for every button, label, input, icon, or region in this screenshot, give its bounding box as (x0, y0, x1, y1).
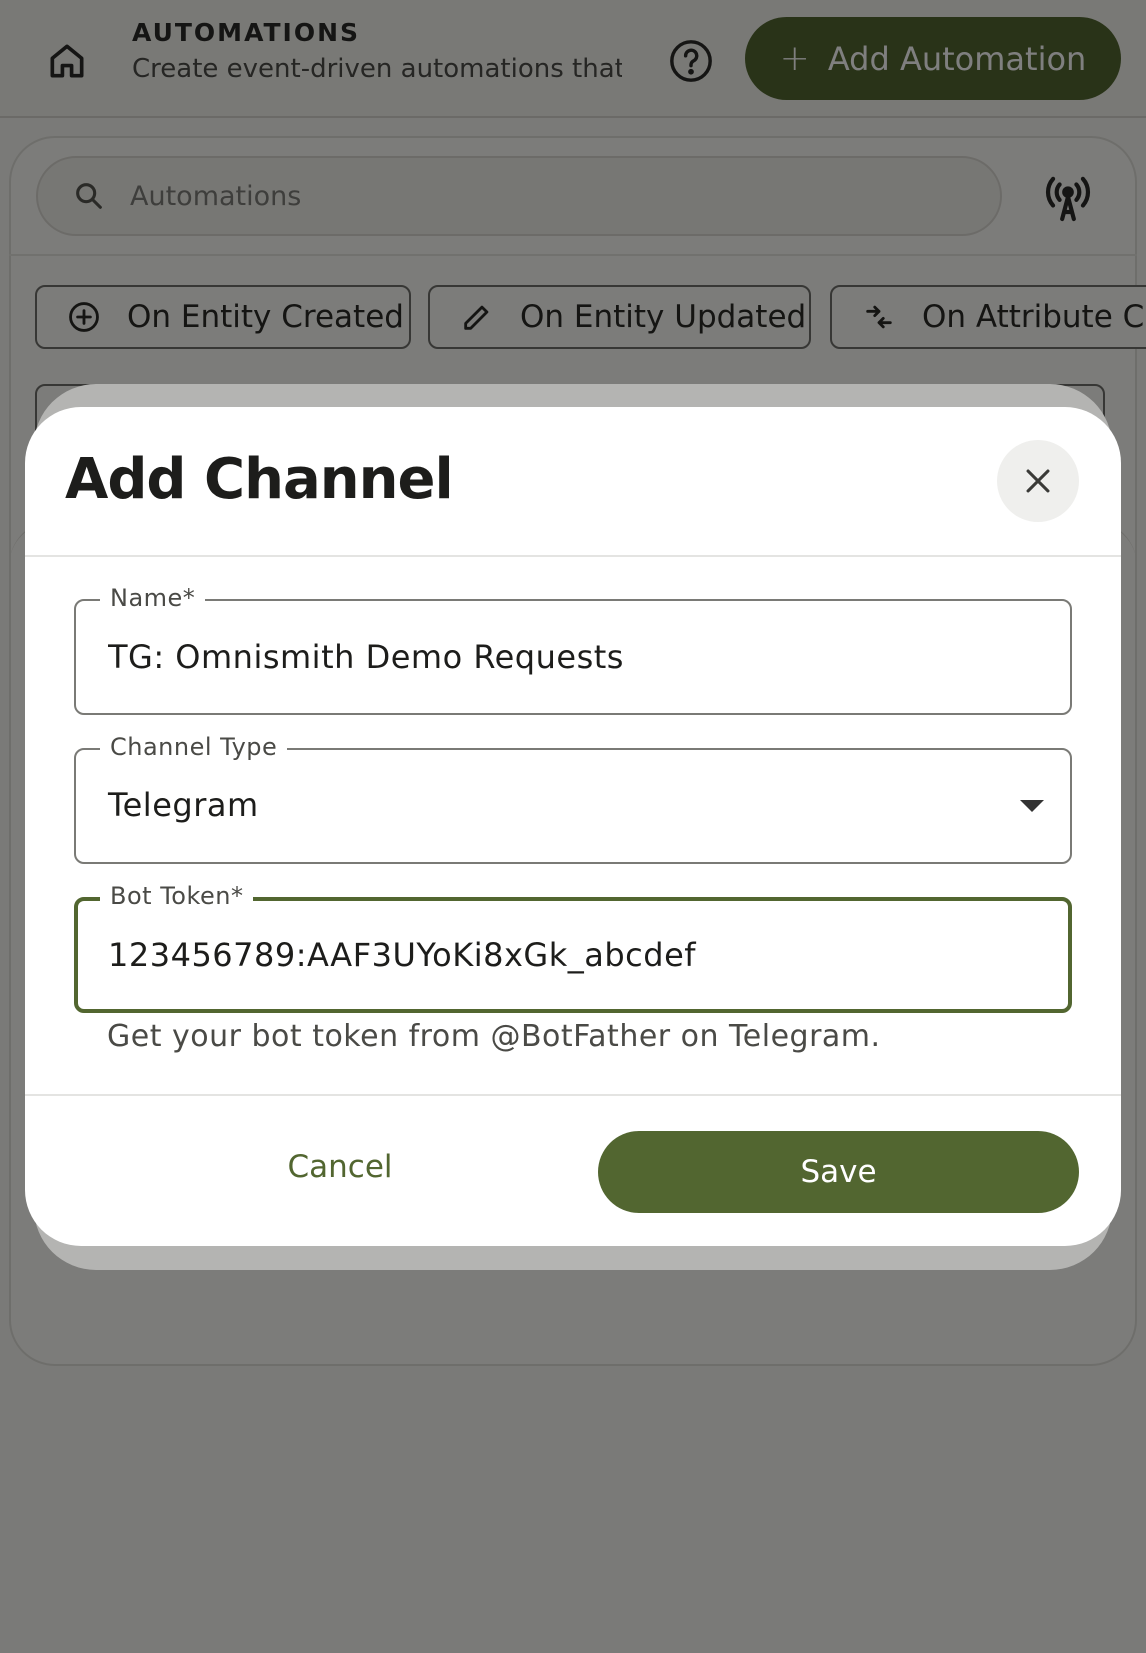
bot-token-helper-text: Get your bot token from @BotFather on Te… (107, 1019, 881, 1054)
bot-token-field[interactable]: Bot Token* (74, 879, 1072, 1013)
save-button[interactable]: Save (598, 1131, 1079, 1213)
cancel-button[interactable]: Cancel (185, 1127, 495, 1207)
add-channel-dialog: Add Channel Name* Channel Type Telegram … (25, 407, 1121, 1246)
dialog-header-divider (25, 555, 1121, 557)
close-icon (1026, 469, 1050, 493)
channel-type-label: Channel Type (100, 730, 288, 764)
close-dialog-button[interactable] (997, 440, 1079, 522)
channel-type-select[interactable]: Channel Type Telegram (74, 730, 1072, 864)
channel-type-value: Telegram (108, 786, 259, 824)
dropdown-arrow-icon (1020, 800, 1044, 812)
dialog-footer-divider (25, 1094, 1121, 1096)
dialog-title: Add Channel (65, 447, 454, 512)
name-field[interactable]: Name* (74, 581, 1072, 715)
bot-token-input[interactable] (108, 901, 1008, 1009)
name-input[interactable] (108, 601, 1008, 713)
